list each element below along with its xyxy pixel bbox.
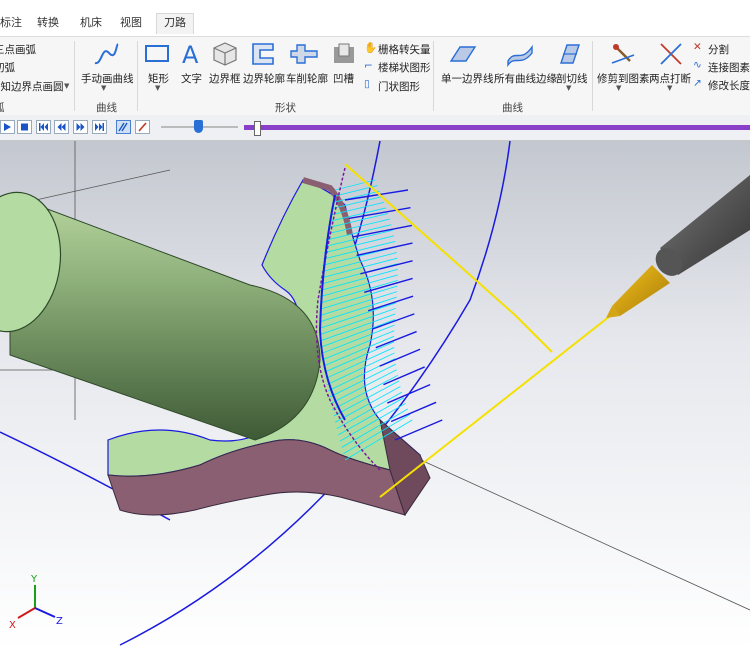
- title-bar: [0, 0, 750, 10]
- boundary-profile-button[interactable]: 边界轮廓: [243, 71, 285, 86]
- progress-marker[interactable]: [254, 121, 261, 136]
- tab-transform[interactable]: 转换: [37, 14, 59, 34]
- modify-length-icon: ↗: [693, 77, 702, 89]
- speed-slider-handle[interactable]: [194, 120, 203, 133]
- text-icon: A: [182, 41, 199, 67]
- step-forward-icon[interactable]: [73, 120, 88, 134]
- ribbon: 三点画弧 切弧 已知边界点画圆 ▼ 弧 手动画曲线 ▼ 曲线 矩形 ▼ A 文字…: [0, 36, 750, 116]
- chevron-down-icon[interactable]: ▼: [101, 84, 106, 92]
- stair-icon: ⌐: [364, 60, 373, 72]
- curve-group-label: 曲线: [96, 102, 117, 114]
- axis-x-label: X: [9, 620, 16, 631]
- modify-length-button[interactable]: 修改长度: [708, 78, 750, 93]
- curves-group-label: 曲线: [502, 102, 523, 114]
- circle-edge-points-button[interactable]: 已知边界点画圆: [0, 79, 64, 94]
- stair-shape-button[interactable]: 楼梯状图形: [378, 60, 431, 75]
- show-toolpath-icon[interactable]: [116, 120, 131, 134]
- connect-icon: ∿: [693, 59, 702, 71]
- groove-button[interactable]: 凹槽: [333, 71, 354, 86]
- trim-to-entity-button[interactable]: 修剪到图素: [597, 71, 650, 86]
- tangent-arc-button[interactable]: 切弧: [0, 60, 15, 75]
- stop-icon[interactable]: [17, 120, 32, 134]
- split-icon: ✕: [693, 41, 702, 53]
- rectangle-icon: [145, 45, 169, 62]
- single-boundary-icon: [449, 46, 477, 62]
- section-line-icon: [560, 44, 580, 64]
- manual-curve-icon: [94, 43, 119, 65]
- tab-toolpaths[interactable]: 刀路: [156, 13, 194, 34]
- connect-entities-button[interactable]: 连接图素: [708, 60, 750, 75]
- boundary-profile-icon: [252, 43, 274, 65]
- boundary-box-icon: [213, 42, 237, 66]
- chevron-down-icon[interactable]: ▼: [667, 84, 672, 92]
- show-tool-icon[interactable]: [135, 120, 150, 134]
- svg-text:A: A: [182, 41, 199, 67]
- axis-z-label: Z: [56, 616, 63, 627]
- chevron-down-icon[interactable]: ▼: [566, 84, 571, 92]
- section-line-button[interactable]: 剖切线: [556, 71, 588, 86]
- text-button[interactable]: 文字: [181, 71, 202, 86]
- group-divider: [592, 41, 593, 111]
- progress-track: [244, 125, 750, 130]
- group-divider: [137, 41, 138, 111]
- tab-machine[interactable]: 机床: [80, 14, 102, 34]
- manual-curve-button[interactable]: 手动画曲线: [81, 71, 134, 86]
- door-icon: ▯: [364, 78, 370, 90]
- playback-toolbar: [0, 115, 750, 141]
- tab-annotate[interactable]: 标注: [0, 14, 22, 34]
- three-point-arc-button[interactable]: 三点画弧: [0, 42, 36, 57]
- groove-icon: [334, 43, 354, 63]
- toolpath-scene: Y X Z: [0, 141, 750, 649]
- ribbon-tab-bar: 标注 转换 机床 视图 刀路: [0, 10, 750, 36]
- split-button[interactable]: 分割: [708, 42, 729, 57]
- group-divider: [74, 41, 75, 111]
- turning-profile-icon: [290, 44, 318, 64]
- group-divider: [433, 41, 434, 111]
- step-back-icon[interactable]: [54, 120, 69, 134]
- trim-icon: [611, 44, 635, 64]
- viewport-background: [0, 141, 750, 649]
- play-icon[interactable]: [0, 120, 15, 134]
- playback-progress-bar[interactable]: [244, 121, 750, 136]
- boundary-box-button[interactable]: 边界框: [209, 71, 241, 86]
- turning-profile-button[interactable]: 车削轮廓: [286, 71, 328, 86]
- skip-to-end-icon[interactable]: [92, 120, 107, 134]
- hand-grid-icon: ✋: [364, 42, 378, 54]
- chevron-down-icon[interactable]: ▼: [616, 84, 621, 92]
- door-shape-button[interactable]: 门状图形: [378, 79, 420, 94]
- grid-to-vector-button[interactable]: 栅格转矢量: [378, 42, 431, 57]
- chevron-down-icon[interactable]: ▼: [155, 84, 160, 92]
- axis-y-label: Y: [30, 574, 38, 585]
- all-curve-edges-button[interactable]: 所有曲线边缘: [494, 71, 557, 86]
- skip-to-start-icon[interactable]: [36, 120, 51, 134]
- tab-view[interactable]: 视图: [120, 14, 142, 34]
- arc-group-label: 弧: [0, 100, 5, 115]
- all-curve-edges-icon: [507, 44, 533, 67]
- chevron-down-icon[interactable]: ▼: [64, 82, 69, 90]
- single-boundary-button[interactable]: 单一边界线: [441, 71, 494, 86]
- graphics-viewport[interactable]: Y X Z: [0, 141, 750, 649]
- two-point-break-icon: [660, 43, 682, 65]
- shape-group-label: 形状: [275, 102, 296, 114]
